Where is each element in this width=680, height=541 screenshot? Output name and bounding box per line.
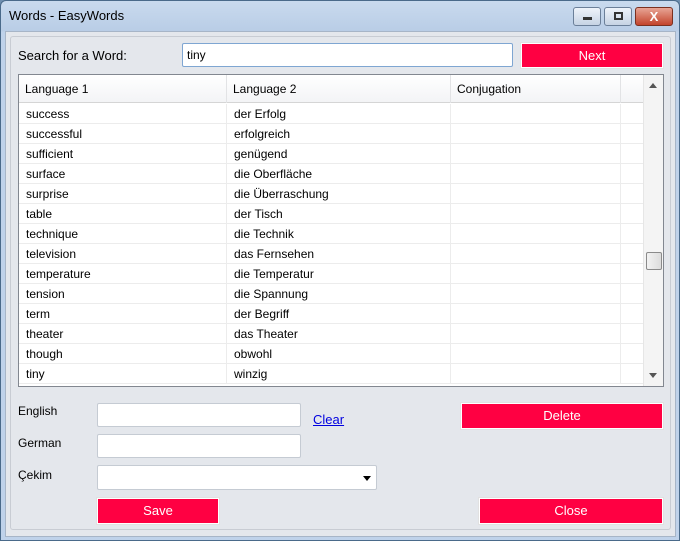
scroll-thumb[interactable] [646, 251, 662, 270]
table-header: Language 1 Language 2 Conjugation [19, 75, 643, 103]
cekim-select[interactable] [97, 465, 377, 490]
cell-language-1: technique [19, 224, 227, 244]
table-row[interactable]: tiny winzig [19, 364, 643, 384]
search-input[interactable] [182, 43, 513, 67]
cell-conjugation [451, 304, 621, 324]
cell-language-1: theater [19, 324, 227, 344]
header-language-2[interactable]: Language 2 [227, 75, 451, 103]
save-button[interactable]: Save [96, 497, 220, 525]
cell-language-1: successful [19, 124, 227, 144]
cell-language-2: das Fernsehen [227, 244, 451, 264]
table-row[interactable]: television das Fernsehen [19, 244, 643, 264]
window-title: Words - EasyWords [9, 8, 125, 23]
table-row[interactable]: term der Begriff [19, 304, 643, 324]
table-row[interactable]: tension die Spannung [19, 284, 643, 304]
table-row[interactable]: table der Tisch [19, 204, 643, 224]
table-row[interactable]: theater das Theater [19, 324, 643, 344]
table-row[interactable]: sufficient genügend [19, 144, 643, 164]
table-body: success der Erfolg successful erfolgreich su… [19, 104, 643, 386]
close-button[interactable]: Close [478, 497, 664, 525]
search-label: Search for a Word: [18, 48, 127, 63]
table-row[interactable]: surprise die Überraschung [19, 184, 643, 204]
chevron-down-icon [363, 476, 371, 481]
cell-language-2: die Spannung [227, 284, 451, 304]
cell-language-1: tiny [19, 364, 227, 384]
cell-conjugation [451, 204, 621, 224]
cell-language-2: das Theater [227, 324, 451, 344]
cell-language-2: der Tisch [227, 204, 451, 224]
cell-language-2: winzig [227, 364, 451, 384]
delete-button[interactable]: Delete [460, 402, 664, 430]
close-window-button[interactable]: X [635, 7, 673, 26]
table-row[interactable]: surface die Oberfläche [19, 164, 643, 184]
scroll-up-icon[interactable] [649, 83, 657, 88]
cell-language-1: success [19, 104, 227, 124]
cell-language-2: erfolgreich [227, 124, 451, 144]
header-conjugation[interactable]: Conjugation [451, 75, 621, 103]
table-row[interactable]: technique die Technik [19, 224, 643, 244]
cell-conjugation [451, 164, 621, 184]
german-label: German [18, 436, 62, 450]
cell-language-1: though [19, 344, 227, 364]
cell-language-2: die Oberfläche [227, 164, 451, 184]
scroll-down-icon[interactable] [649, 373, 657, 378]
minimize-icon [583, 17, 592, 20]
app-window: Words - EasyWords X Search for a Word: N… [0, 0, 680, 541]
cell-language-2: die Temperatur [227, 264, 451, 284]
cell-language-1: sufficient [19, 144, 227, 164]
cell-conjugation [451, 284, 621, 304]
table-row[interactable]: temperature die Temperatur [19, 264, 643, 284]
cell-language-1: surface [19, 164, 227, 184]
cekim-label: Çekim [18, 468, 53, 482]
cell-language-1: surprise [19, 184, 227, 204]
cell-language-2: obwohl [227, 344, 451, 364]
cell-conjugation [451, 124, 621, 144]
cell-conjugation [451, 184, 621, 204]
clear-link[interactable]: Clear [313, 412, 344, 427]
english-label: English [18, 404, 58, 418]
table-row[interactable]: success der Erfolg [19, 104, 643, 124]
vertical-scrollbar[interactable] [643, 75, 663, 386]
maximize-button[interactable] [604, 7, 632, 26]
table-row[interactable]: successful erfolgreich [19, 124, 643, 144]
cell-language-2: die Überraschung [227, 184, 451, 204]
cell-conjugation [451, 324, 621, 344]
cell-conjugation [451, 104, 621, 124]
cell-language-2: der Erfolg [227, 104, 451, 124]
cell-conjugation [451, 144, 621, 164]
table-row[interactable]: though obwohl [19, 344, 643, 364]
header-language-1[interactable]: Language 1 [19, 75, 227, 103]
close-icon: X [649, 9, 659, 24]
maximize-icon [614, 12, 623, 20]
german-input[interactable] [97, 434, 301, 458]
words-table[interactable]: Language 1 Language 2 Conjugation succes… [18, 74, 664, 387]
cell-conjugation [451, 244, 621, 264]
cell-language-1: television [19, 244, 227, 264]
minimize-button[interactable] [573, 7, 601, 26]
cell-conjugation [451, 344, 621, 364]
table-row-partial[interactable] [19, 384, 643, 386]
cell-language-2: der Begriff [227, 304, 451, 324]
english-input[interactable] [97, 403, 301, 427]
cell-language-1: tension [19, 284, 227, 304]
cell-conjugation [451, 264, 621, 284]
cell-language-1: temperature [19, 264, 227, 284]
cell-language-1: term [19, 304, 227, 324]
cell-conjugation [451, 364, 621, 384]
cell-language-2: genügend [227, 144, 451, 164]
cell-language-1: table [19, 204, 227, 224]
next-button[interactable]: Next [520, 42, 664, 69]
cell-language-2: die Technik [227, 224, 451, 244]
cell-conjugation [451, 224, 621, 244]
